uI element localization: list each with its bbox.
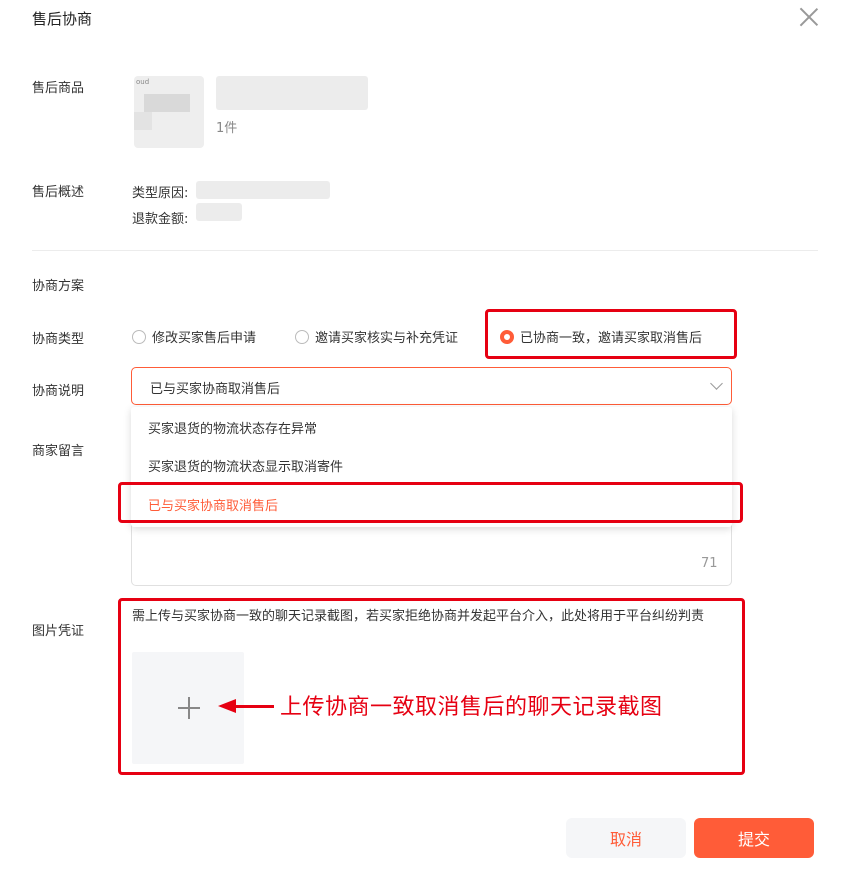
radio-modify-request[interactable]: 修改买家售后申请 [132, 327, 256, 346]
chevron-down-icon [710, 377, 723, 390]
radio-circle [295, 329, 309, 344]
refund-amount-blurred [196, 203, 242, 221]
plus-icon [178, 697, 200, 719]
radio-label: 邀请买家核实与补充凭证 [315, 331, 459, 346]
negotiation-desc-label: 协商说明 [32, 384, 85, 399]
arrow-shaft [234, 705, 274, 708]
product-name-blurred [216, 76, 368, 110]
radio-label: 修改买家售后申请 [152, 331, 257, 346]
negotiation-type-label: 协商类型 [32, 332, 85, 347]
type-reason-label: 类型原因: [132, 186, 189, 201]
evidence-label: 图片凭证 [32, 624, 85, 639]
radio-circle [132, 329, 146, 344]
plan-heading: 协商方案 [32, 279, 85, 294]
product-thumbnail: oud [134, 76, 204, 148]
submit-button[interactable]: 提交 [694, 818, 814, 858]
summary-label: 售后概述 [32, 185, 85, 200]
annotation-text: 上传协商一致取消售后的聊天记录截图 [280, 695, 663, 720]
evidence-hint: 需上传与买家协商一致的聊天记录截图，若买家拒绝协商并发起平台介入，此处将用于平台… [132, 609, 705, 624]
cancel-button[interactable]: 取消 [566, 818, 686, 858]
dropdown-option[interactable]: 买家退货的物流状态存在异常 [148, 418, 317, 437]
product-quantity: 1件 [216, 121, 238, 136]
dialog-title: 售后协商 [32, 10, 93, 28]
dropdown-option[interactable]: 买家退货的物流状态显示取消寄件 [148, 456, 343, 475]
radio-invite-verify[interactable]: 邀请买家核实与补充凭证 [295, 327, 458, 346]
radio-circle-selected [500, 329, 514, 344]
radio-agreed-cancel[interactable]: 已协商一致，邀请买家取消售后 [500, 327, 702, 346]
negotiation-desc-dropdown: 买家退货的物流状态存在异常 买家退货的物流状态显示取消寄件 已与买家协商取消售后 [131, 407, 732, 527]
select-value: 已与买家协商取消售后 [150, 382, 281, 397]
thumbnail-text: oud [136, 78, 150, 86]
close-icon[interactable] [796, 4, 822, 30]
radio-label: 已协商一致，邀请买家取消售后 [520, 331, 703, 346]
divider [32, 250, 818, 251]
negotiation-desc-select[interactable]: 已与买家协商取消售后 [131, 367, 732, 405]
refund-label: 退款金额: [132, 212, 189, 227]
merchant-note-label: 商家留言 [32, 444, 85, 459]
product-label: 售后商品 [32, 81, 85, 96]
char-counter: 71 [701, 556, 718, 571]
type-reason-blurred [196, 181, 330, 199]
dropdown-option-selected[interactable]: 已与买家协商取消售后 [148, 495, 278, 514]
